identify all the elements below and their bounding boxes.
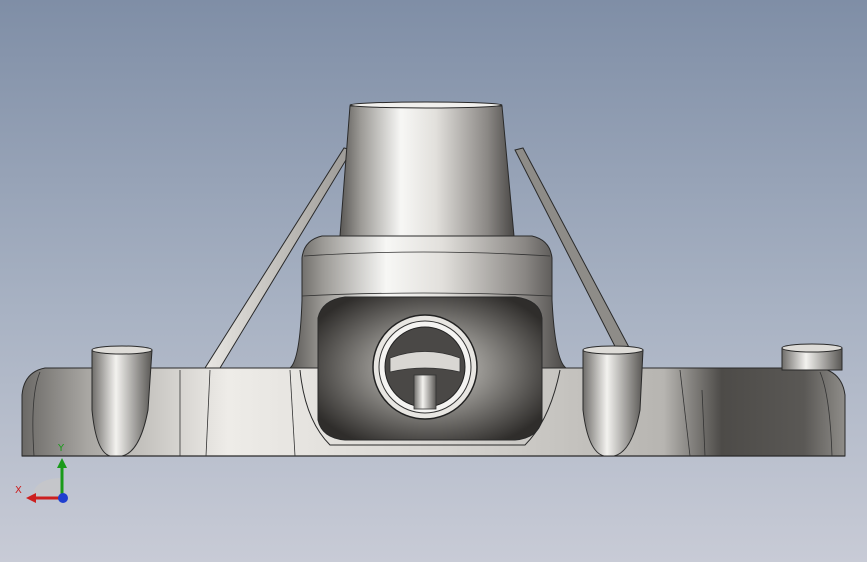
x-axis-label: X [15, 485, 22, 496]
part-model[interactable] [0, 0, 867, 562]
graphics-viewport[interactable]: X Y [0, 0, 867, 562]
far-right-boss [781, 343, 843, 371]
view-orientation-triad-icon: X Y [12, 440, 76, 510]
round-port [372, 314, 478, 420]
top-cylinder [339, 101, 515, 237]
y-axis-label: Y [58, 443, 65, 454]
